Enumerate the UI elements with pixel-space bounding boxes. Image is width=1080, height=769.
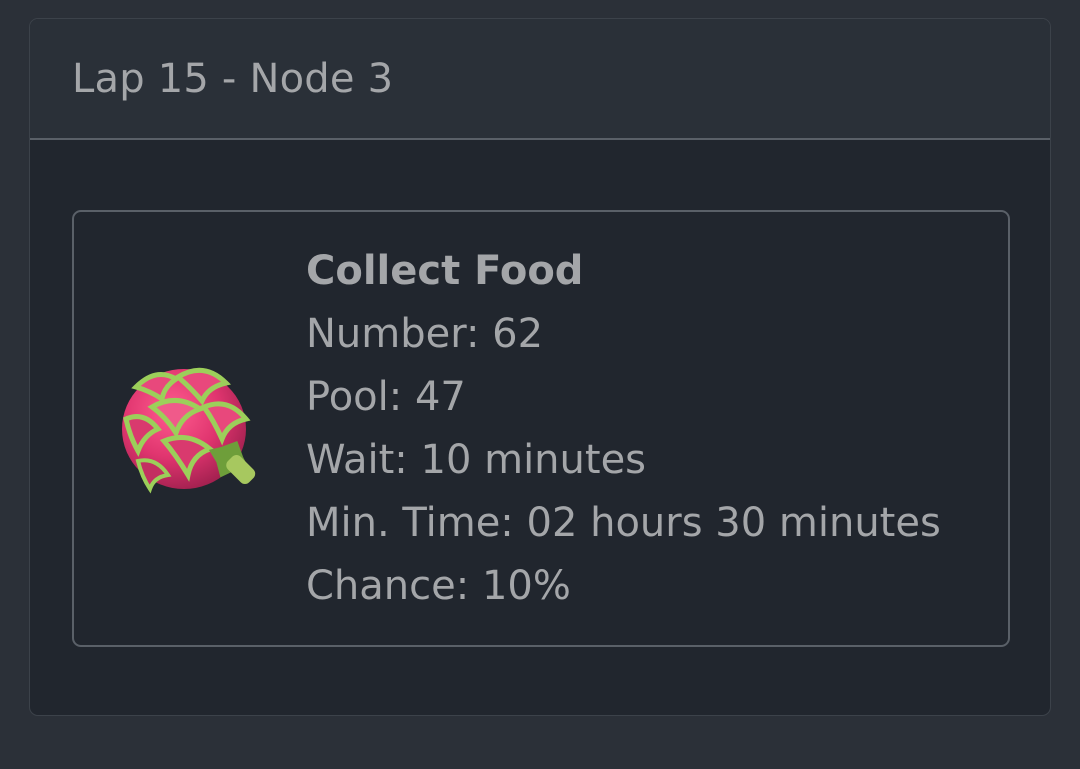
task-name: Collect Food — [306, 248, 584, 294]
task-wait: Wait: 10 minutes — [306, 437, 647, 483]
task-details: Collect Food Number: 62 Pool: 47 Wait: 1… — [306, 240, 941, 618]
task-pool: Pool: 47 — [306, 374, 466, 420]
card-title: Lap 15 - Node 3 — [72, 55, 394, 102]
card-header: Lap 15 - Node 3 — [30, 19, 1050, 140]
task-number: Number: 62 — [306, 311, 544, 357]
task-chance: Chance: 10% — [306, 563, 571, 609]
dragon-fruit-icon — [122, 367, 256, 494]
task-min-time: Min. Time: 02 hours 30 minutes — [306, 500, 941, 546]
lap-node-card: Lap 15 - Node 3 Collect Food Number: 62 … — [29, 18, 1051, 716]
task-box: Collect Food Number: 62 Pool: 47 Wait: 1… — [72, 210, 1010, 647]
